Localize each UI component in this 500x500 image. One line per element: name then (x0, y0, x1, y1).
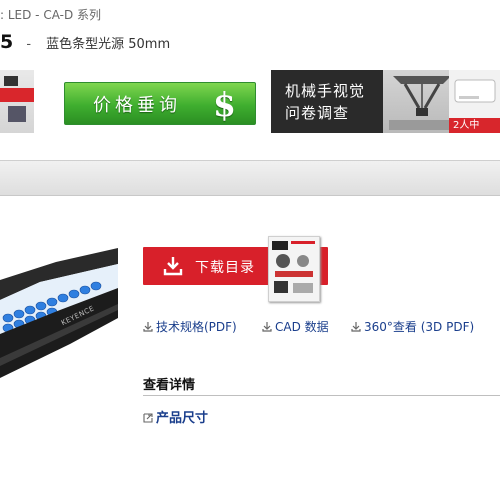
arrow-link-icon (143, 413, 153, 423)
reward-tag: 2人中 (449, 118, 500, 133)
tab-bar (0, 160, 500, 196)
page-title: 5 - 蓝色条型光源 50mm (0, 31, 170, 53)
divider (143, 395, 500, 396)
view-360-label: 360°查看 (3D PDF) (364, 320, 475, 334)
spec-pdf-link[interactable]: 技术规格(PDF) (143, 318, 237, 335)
spec-pdf-label: 技术规格(PDF) (156, 320, 237, 334)
download-icon (351, 322, 361, 332)
download-catalog-label: 下载目录 (195, 260, 255, 276)
download-icon (143, 322, 153, 332)
robot-vision-survey-banner[interactable]: 机械手视觉 问卷调查 2人中 (271, 70, 500, 133)
price-inquiry-banner[interactable]: 价格垂询 $ (64, 82, 256, 125)
download-icon (262, 322, 272, 332)
catalog-thumbnail[interactable] (268, 236, 320, 302)
title-separator: - (26, 37, 32, 52)
product-description: 蓝色条型光源 50mm (46, 37, 171, 52)
dollar-icon: $ (213, 85, 236, 124)
download-icon (163, 257, 183, 276)
price-inquiry-label: 价格垂询 (93, 95, 181, 116)
product-code: 5 (0, 31, 14, 53)
cad-data-link[interactable]: CAD 数据 (262, 318, 329, 335)
dimensions-label: 产品尺寸 (156, 411, 209, 426)
survey-line-2: 问卷调查 (285, 104, 350, 122)
dimensions-link[interactable]: 产品尺寸 (143, 407, 208, 426)
breadcrumb: : LED - CA-D 系列 (0, 8, 102, 22)
cad-data-label: CAD 数据 (275, 320, 329, 334)
promo-thumbnail[interactable] (0, 70, 34, 133)
details-heading: 查看详情 (143, 378, 196, 393)
view-360-link[interactable]: 360°查看 (3D PDF) (351, 318, 474, 335)
survey-line-1: 机械手视觉 (285, 82, 366, 100)
product-image (0, 248, 118, 378)
